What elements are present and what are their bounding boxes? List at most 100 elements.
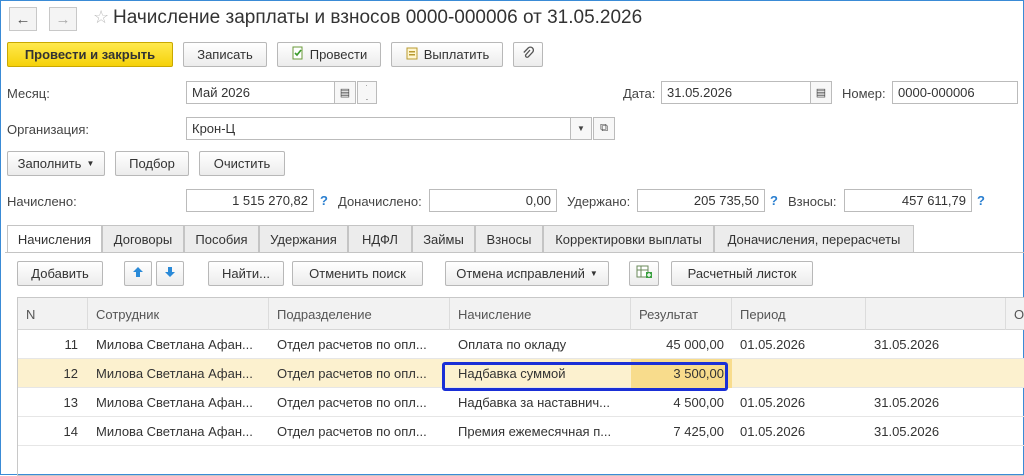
number-field[interactable]: 0000-000006	[892, 81, 1018, 104]
row-accrual: Премия ежемесячная п...	[458, 424, 612, 439]
number-label: Номер:	[842, 86, 886, 101]
row-number: 11	[64, 337, 79, 352]
dropdown-arrow-icon: ▼	[86, 159, 95, 168]
date-calendar-button[interactable]: ▤	[810, 81, 832, 104]
arrow-up-icon	[132, 266, 144, 281]
column-header-accrual[interactable]: Начисление	[450, 298, 631, 330]
row-result: 7 425,00	[673, 424, 724, 439]
tab-accruals[interactable]: Начисления	[7, 225, 102, 253]
row-period-end: 31.05.2026	[874, 337, 940, 352]
column-header-period-end[interactable]	[866, 298, 1006, 330]
tab-payment-adjustments[interactable]: Корректировки выплаты	[543, 225, 714, 252]
month-field[interactable]: Май 2026	[186, 81, 335, 104]
column-header-n[interactable]: N	[18, 298, 88, 330]
move-up-button[interactable]	[124, 261, 152, 286]
row-accrual: Оплата по окладу	[458, 337, 567, 352]
row-department: Отдел расчетов по опл...	[277, 366, 427, 381]
clear-button[interactable]: Очистить	[199, 151, 285, 176]
calendar-button[interactable]: ▤	[334, 81, 356, 104]
post-doc-icon	[291, 46, 305, 63]
row-result: 45 000,00	[666, 337, 724, 352]
arrow-down-icon	[164, 266, 176, 281]
document-window: ← → ☆ Начисление зарплаты и взносов 0000…	[0, 0, 1024, 476]
tab-contracts[interactable]: Договоры	[102, 225, 184, 252]
row-accrual: Надбавка за наставнич...	[458, 395, 611, 410]
row-number: 13	[63, 395, 78, 410]
tab-loans[interactable]: Займы	[412, 225, 475, 252]
extra-accrued-label: Доначислено:	[338, 194, 422, 209]
column-header-department[interactable]: Подразделение	[269, 298, 450, 330]
cancel-search-button[interactable]: Отменить поиск	[292, 261, 423, 286]
tab-deductions[interactable]: Удержания	[259, 225, 348, 252]
fill-button[interactable]: Заполнить ▼	[7, 151, 105, 176]
tab-contributions[interactable]: Взносы	[475, 225, 543, 252]
cancel-corrections-label: Отмена исправлений	[456, 266, 585, 281]
organization-dropdown-button[interactable]: ▼	[570, 117, 592, 140]
attach-button[interactable]	[513, 42, 543, 67]
row-department: Отдел расчетов по опл...	[277, 337, 427, 352]
contributions-field: 457 611,79	[844, 189, 972, 212]
row-result: 4 500,00	[673, 395, 724, 410]
organization-field[interactable]: Крон-Ц	[186, 117, 571, 140]
column-header-extra[interactable]: Ос	[1006, 298, 1024, 330]
table-row[interactable]: 11 Милова Светлана Афан... Отдел расчето…	[18, 330, 1024, 359]
table-add-icon	[636, 265, 652, 282]
find-button[interactable]: Найти...	[208, 261, 284, 286]
move-down-button[interactable]	[156, 261, 184, 286]
column-header-employee[interactable]: Сотрудник	[88, 298, 269, 330]
row-period-end: 31.05.2026	[874, 395, 940, 410]
pay-button[interactable]: Выплатить	[391, 42, 503, 67]
row-period-end	[866, 359, 1006, 388]
stepper-down-icon: ․	[365, 92, 369, 102]
arrow-right-icon: →	[55, 10, 71, 28]
row-number: 14	[63, 424, 78, 439]
table-settings-button[interactable]	[629, 261, 659, 286]
row-employee: Милова Светлана Афан...	[96, 366, 253, 381]
forward-button[interactable]: →	[49, 7, 77, 31]
column-header-period[interactable]: Период	[732, 298, 866, 330]
add-button[interactable]: Добавить	[17, 261, 103, 286]
withheld-field: 205 735,50	[637, 189, 765, 212]
back-button[interactable]: ←	[9, 7, 37, 31]
row-employee: Милова Светлана Афан...	[96, 337, 253, 352]
row-employee: Милова Светлана Афан...	[96, 395, 253, 410]
date-label: Дата:	[623, 86, 656, 101]
table-header: N Сотрудник Подразделение Начисление Рез…	[18, 298, 1024, 330]
calendar-icon: ▤	[339, 87, 351, 99]
payslip-button[interactable]: Расчетный листок	[671, 261, 813, 286]
organization-open-button[interactable]: ⧉	[593, 117, 615, 140]
row-period-start: 01.05.2026	[740, 337, 806, 352]
row-period-start: 01.05.2026	[740, 424, 806, 439]
contributions-label: Взносы:	[788, 194, 837, 209]
tab-benefits[interactable]: Пособия	[184, 225, 259, 252]
paperclip-icon	[522, 46, 535, 63]
favorite-star-icon[interactable]: ☆	[93, 7, 109, 28]
tab-ndfl[interactable]: НДФЛ	[348, 225, 412, 252]
row-period-start	[732, 359, 866, 388]
tab-divider	[5, 252, 1024, 253]
contributions-help-icon[interactable]: ?	[977, 193, 985, 208]
pick-button[interactable]: Подбор	[115, 151, 189, 176]
accrued-field: 1 515 270,82	[186, 189, 314, 212]
cancel-corrections-button[interactable]: Отмена исправлений ▼	[445, 261, 609, 286]
accrued-help-icon[interactable]: ?	[320, 193, 328, 208]
column-header-result[interactable]: Результат	[631, 298, 732, 330]
organization-label: Организация:	[7, 122, 90, 137]
post-button[interactable]: Провести	[277, 42, 381, 67]
calendar-icon: ▤	[815, 87, 827, 99]
row-department: Отдел расчетов по опл...	[277, 395, 427, 410]
row-number: 12	[63, 366, 78, 381]
date-field[interactable]: 31.05.2026	[661, 81, 811, 104]
row-employee: Милова Светлана Афан...	[96, 424, 253, 439]
save-button[interactable]: Записать	[183, 42, 267, 67]
stepper-up-icon: ˙	[365, 83, 369, 93]
post-button-label: Провести	[309, 47, 368, 62]
post-and-close-button[interactable]: Провести и закрыть	[7, 42, 173, 67]
table-row[interactable]: 13 Милова Светлана Афан... Отдел расчето…	[18, 388, 1024, 417]
extra-accrued-field: 0,00	[429, 189, 557, 212]
table-row[interactable]: 14 Милова Светлана Афан... Отдел расчето…	[18, 417, 1024, 446]
tab-recalculations[interactable]: Доначисления, перерасчеты	[714, 225, 914, 252]
withheld-help-icon[interactable]: ?	[770, 193, 778, 208]
highlight-frame	[442, 362, 728, 391]
month-stepper[interactable]: ˙ ․	[357, 81, 377, 104]
